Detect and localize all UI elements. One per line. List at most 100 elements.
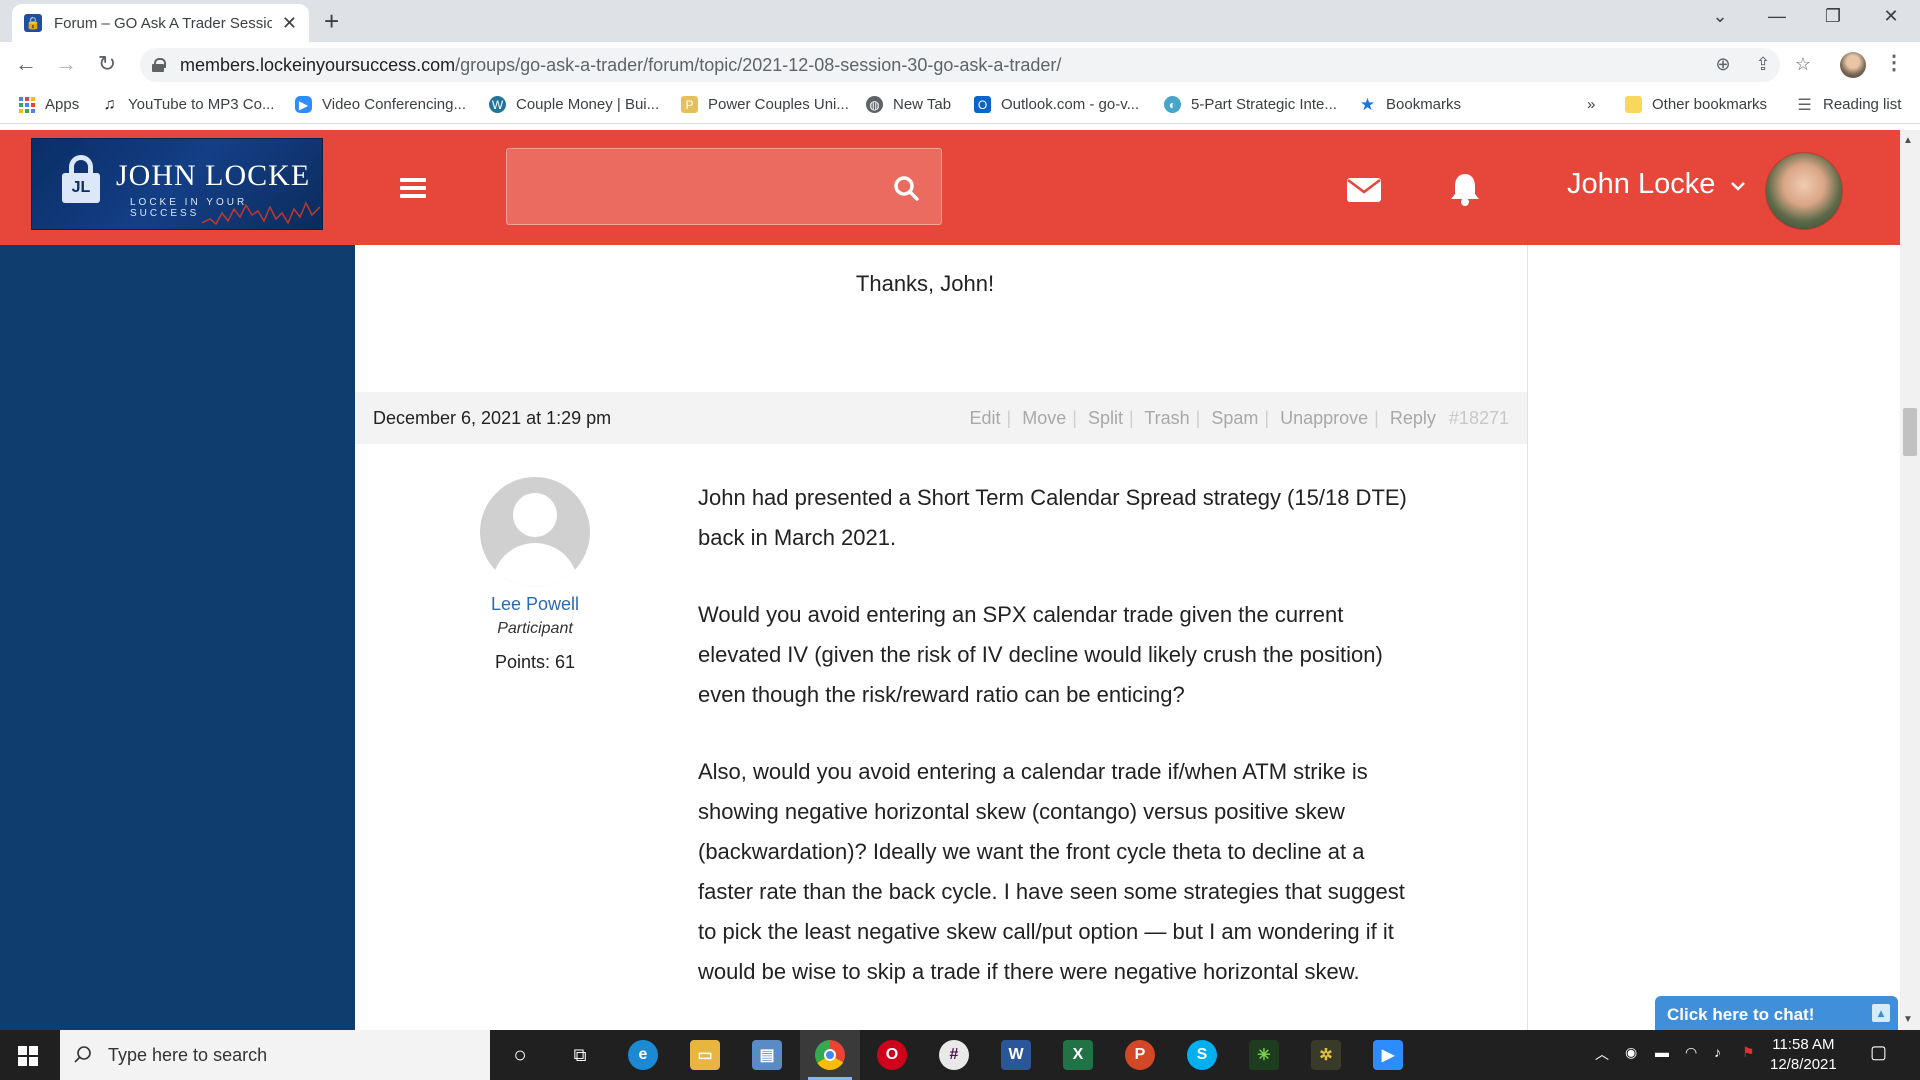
scroll-down-arrow-icon[interactable]: ▼ (1903, 1014, 1913, 1025)
site-favicon-icon: 🔒 (24, 14, 42, 32)
bookmarks-bar: Apps ♫ YouTube to MP3 Co... ▶ Video Conf… (0, 88, 1920, 124)
post-paragraph: Would you avoid entering an SPX calendar… (698, 602, 1383, 707)
excel-icon[interactable]: X (1063, 1040, 1093, 1070)
unapprove-link[interactable]: Unapprove (1280, 408, 1368, 428)
minimize-window-icon[interactable]: — (1762, 6, 1792, 27)
bookmark-power-couples[interactable]: P Power Couples Uni... (681, 96, 849, 113)
skype-icon[interactable]: S (1187, 1040, 1217, 1070)
chat-widget-button[interactable]: Click here to chat! ▴ (1655, 996, 1898, 1032)
forum-thread: Thanks, John! December 6, 2021 at 1:29 p… (355, 245, 1528, 1030)
cortana-icon[interactable]: ○ (505, 1040, 535, 1070)
task-view-icon[interactable]: ⧉ (565, 1040, 595, 1070)
zoom-icon[interactable]: ▶ (1373, 1040, 1403, 1070)
bookmark-couple-money[interactable]: W Couple Money | Bui... (489, 96, 659, 113)
taskbar-search-box[interactable]: Type here to search (60, 1030, 490, 1080)
scroll-up-arrow-icon[interactable]: ▲ (1903, 135, 1913, 146)
close-tab-icon[interactable]: ✕ (282, 14, 297, 32)
utility-app-icon[interactable]: ✲ (1311, 1040, 1341, 1070)
address-bar[interactable]: members.lockeinyoursuccess.com/groups/go… (140, 48, 1811, 82)
apps-grid-icon (18, 96, 35, 113)
chrome-profile-avatar[interactable] (1840, 52, 1866, 78)
windows-start-icon[interactable] (18, 1046, 38, 1066)
bookmark-new-tab[interactable]: ◍ New Tab (866, 96, 951, 113)
share-icon[interactable]: ⇪ (1750, 54, 1776, 75)
reload-icon[interactable]: ↻ (93, 52, 121, 76)
powerpoint-icon[interactable]: P (1125, 1040, 1155, 1070)
bookmark-apps[interactable]: Apps (18, 96, 79, 113)
tray-app-icon[interactable]: ◉ (1625, 1044, 1637, 1061)
site-header: JL JOHN LOCKE LOCKE IN YOUR SUCCESS John… (0, 130, 1900, 245)
lock-icon[interactable] (152, 58, 166, 72)
zoom-magnifier-icon[interactable]: ⊕ (1710, 54, 1736, 75)
author-name-link[interactable]: Lee Powell (435, 594, 635, 615)
mail-icon[interactable] (1347, 178, 1381, 202)
chrome-icon[interactable] (815, 1040, 845, 1070)
post-permalink-id[interactable]: #18271 (1449, 408, 1509, 428)
bookmark-outlook[interactable]: O Outlook.com - go-v... (974, 96, 1139, 113)
user-avatar[interactable] (1765, 152, 1843, 230)
search-icon (74, 1046, 91, 1063)
author-avatar[interactable] (480, 477, 590, 587)
other-bookmarks-folder[interactable]: Other bookmarks (1625, 96, 1767, 113)
browser-tab-active[interactable]: 🔒 Forum – GO Ask A Trader Session 30 ✕ (12, 4, 309, 42)
site-search-input[interactable] (506, 148, 942, 225)
bookmark-bookmarks[interactable]: ★ Bookmarks (1359, 95, 1461, 114)
notepad-app-icon[interactable]: ▤ (752, 1040, 782, 1070)
chat-expand-icon[interactable]: ▴ (1872, 1004, 1890, 1022)
power-couples-icon: P (681, 96, 698, 113)
taskbar-clock[interactable]: 11:58 AM 12/8/2021 (1770, 1035, 1837, 1075)
bookmark-youtube-mp3[interactable]: ♫ YouTube to MP3 Co... (101, 96, 275, 114)
site-logo[interactable]: JL JOHN LOCKE LOCKE IN YOUR SUCCESS (31, 138, 323, 230)
wifi-icon[interactable]: ◠ (1685, 1044, 1697, 1061)
more-bookmarks-chevron[interactable]: » (1587, 96, 1595, 113)
tray-overflow-chevron-icon[interactable]: ︿ (1595, 1044, 1609, 1064)
chrome-menu-icon[interactable]: ⋮ (1884, 50, 1904, 75)
user-menu-name[interactable]: John Locke (1567, 168, 1715, 201)
scrollbar-thumb[interactable] (1903, 408, 1917, 456)
reading-list[interactable]: ☰ Reading list (1796, 96, 1901, 114)
page-scrollbar[interactable] (1900, 130, 1920, 1030)
battery-icon[interactable]: ▬ (1655, 1044, 1669, 1060)
logo-chart-line-icon (202, 201, 320, 226)
url-text[interactable]: members.lockeinyoursuccess.com/groups/go… (180, 55, 1061, 76)
close-window-icon[interactable]: ✕ (1876, 6, 1906, 27)
trading-app-icon[interactable]: ✳ (1249, 1040, 1279, 1070)
opera-icon[interactable]: O (877, 1040, 907, 1070)
tab-search-chevron-icon[interactable]: ⌄ (1705, 6, 1735, 27)
folder-icon (1625, 96, 1642, 113)
back-arrow-icon[interactable]: ← (12, 52, 40, 76)
file-explorer-icon[interactable]: ▭ (690, 1040, 720, 1070)
split-link[interactable]: Split (1088, 408, 1123, 428)
slack-icon[interactable]: # (939, 1040, 969, 1070)
outlook-icon: O (974, 96, 991, 113)
action-center-icon[interactable]: ▢ (1870, 1042, 1887, 1063)
bookmark-strategic[interactable]: ◐ 5-Part Strategic Inte... (1164, 96, 1337, 113)
spam-link[interactable]: Spam (1211, 408, 1258, 428)
right-sidebar (1528, 245, 1900, 1030)
move-link[interactable]: Move (1022, 408, 1066, 428)
forward-arrow-icon[interactable]: → (52, 52, 80, 76)
search-icon[interactable] (893, 175, 919, 201)
previous-reply-text: Thanks, John! (855, 271, 995, 296)
chevron-down-icon[interactable] (1730, 178, 1746, 194)
word-icon[interactable]: W (1001, 1040, 1031, 1070)
clock-date: 12/8/2021 (1770, 1056, 1837, 1073)
taskbar-search-placeholder: Type here to search (108, 1044, 268, 1065)
chat-label: Click here to chat! (1667, 1005, 1815, 1024)
bookmark-star-icon[interactable]: ☆ (1790, 54, 1816, 75)
logo-name: JOHN LOCKE (116, 159, 311, 192)
reply-link[interactable]: Reply (1390, 408, 1436, 428)
clock-time: 11:58 AM (1772, 1036, 1835, 1053)
trash-link[interactable]: Trash (1144, 408, 1189, 428)
restore-window-icon[interactable]: ❐ (1818, 6, 1848, 27)
edit-link[interactable]: Edit (969, 408, 1000, 428)
bookmark-video-conferencing[interactable]: ▶ Video Conferencing... (295, 96, 466, 113)
volume-icon[interactable]: ♪ (1714, 1044, 1721, 1060)
new-tab-button[interactable]: + (324, 8, 339, 34)
tray-notification-app-icon[interactable]: ⚑ (1742, 1044, 1755, 1061)
edge-browser-icon[interactable]: e (628, 1040, 658, 1070)
wordpress-icon: W (489, 96, 506, 113)
hamburger-menu-icon[interactable] (400, 178, 426, 198)
globe-icon: ◍ (866, 96, 883, 113)
bell-icon[interactable] (1450, 172, 1480, 206)
